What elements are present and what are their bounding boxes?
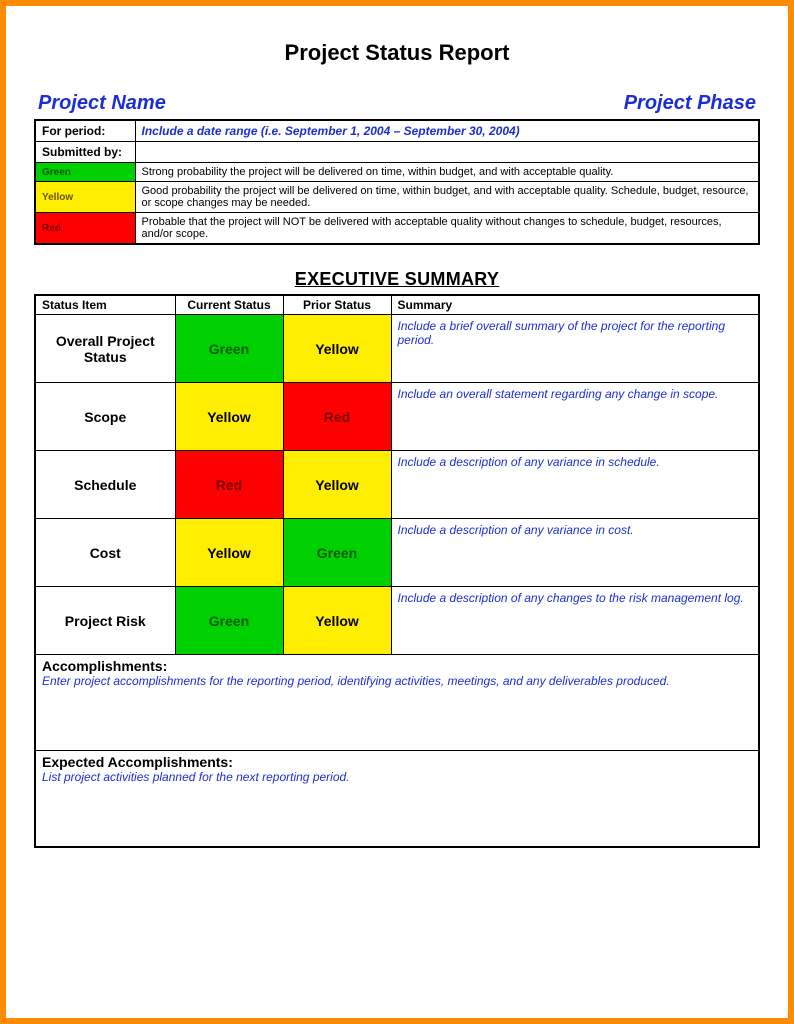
exec-prior-status: Yellow [283,587,391,655]
exec-prior-status: Yellow [283,451,391,519]
executive-summary-table: Status Item Current Status Prior Status … [34,294,760,848]
project-phase-label: Project Phase [624,92,756,115]
executive-summary-title: EXECUTIVE SUMMARY [34,269,760,290]
col-current-status: Current Status [175,295,283,315]
exec-current-status: Green [175,587,283,655]
page-title: Project Status Report [34,40,760,66]
exec-summary-text: Include a brief overall summary of the p… [391,315,759,383]
meta-table: For period: Include a date range (i.e. S… [34,119,760,245]
exec-item-label: Project Risk [35,587,175,655]
legend-green-desc: Strong probability the project will be d… [135,163,759,182]
for-period-row: For period: Include a date range (i.e. S… [35,120,759,142]
accomplishments-label: Accomplishments: [42,658,752,674]
legend-yellow-chip: Yellow [35,182,135,213]
accomplishments-row: Accomplishments: Enter project accomplis… [35,655,759,751]
project-name-label: Project Name [38,92,166,115]
exec-header-row: Status Item Current Status Prior Status … [35,295,759,315]
legend-red-chip: Red [35,213,135,245]
expected-hint: List project activities planned for the … [42,770,350,784]
exec-row-risk: Project Risk Green Yellow Include a desc… [35,587,759,655]
legend-row-green: Green Strong probability the project wil… [35,163,759,182]
exec-row-overall: Overall Project Status Green Yellow Incl… [35,315,759,383]
accomplishments-hint: Enter project accomplishments for the re… [42,674,670,688]
exec-row-cost: Cost Yellow Green Include a description … [35,519,759,587]
exec-summary-text: Include a description of any variance in… [391,519,759,587]
exec-current-status: Red [175,451,283,519]
exec-prior-status: Green [283,519,391,587]
for-period-label: For period: [35,120,135,142]
submitted-by-row: Submitted by: [35,142,759,163]
submitted-by-label: Submitted by: [35,142,135,163]
exec-prior-status: Red [283,383,391,451]
exec-summary-text: Include a description of any changes to … [391,587,759,655]
exec-current-status: Yellow [175,383,283,451]
col-prior-status: Prior Status [283,295,391,315]
project-header: Project Name Project Phase [34,92,760,115]
col-summary: Summary [391,295,759,315]
legend-yellow-desc: Good probability the project will be del… [135,182,759,213]
legend-row-red: Red Probable that the project will NOT b… [35,213,759,245]
col-status-item: Status Item [35,295,175,315]
exec-row-scope: Scope Yellow Red Include an overall stat… [35,383,759,451]
legend-green-chip: Green [35,163,135,182]
legend-row-yellow: Yellow Good probability the project will… [35,182,759,213]
submitted-by-value [135,142,759,163]
exec-item-label: Cost [35,519,175,587]
exec-item-label: Overall Project Status [35,315,175,383]
exec-summary-text: Include an overall statement regarding a… [391,383,759,451]
exec-current-status: Green [175,315,283,383]
exec-summary-text: Include a description of any variance in… [391,451,759,519]
accomplishments-section: Accomplishments: Enter project accomplis… [35,655,759,751]
expected-accomplishments-row: Expected Accomplishments: List project a… [35,751,759,847]
exec-prior-status: Yellow [283,315,391,383]
exec-current-status: Yellow [175,519,283,587]
exec-item-label: Schedule [35,451,175,519]
for-period-value: Include a date range (i.e. September 1, … [135,120,759,142]
expected-label: Expected Accomplishments: [42,754,752,770]
legend-red-desc: Probable that the project will NOT be de… [135,213,759,245]
page-frame: Project Status Report Project Name Proje… [0,0,794,1024]
exec-row-schedule: Schedule Red Yellow Include a descriptio… [35,451,759,519]
exec-item-label: Scope [35,383,175,451]
expected-accomplishments-section: Expected Accomplishments: List project a… [35,751,759,847]
